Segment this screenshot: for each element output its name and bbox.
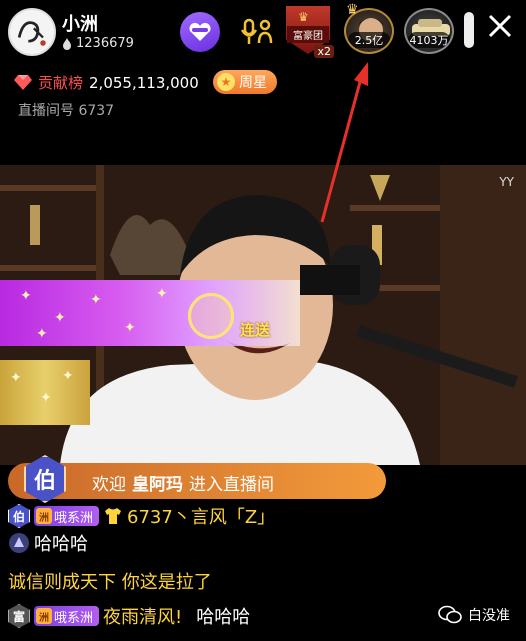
chat-username[interactable]: 6737丶言风「Z」 (127, 503, 275, 529)
fanclub-badge: 洲 哦系洲 (34, 606, 100, 626)
star-icon: ★ (217, 73, 235, 91)
crown-icon: ♛ (346, 2, 359, 18)
rich-badge: 富 (8, 604, 30, 628)
sparkle-icon: ✦ (36, 326, 48, 342)
level-badge-icon (9, 533, 29, 553)
room-id-value: 6737 (78, 103, 115, 119)
fans-count-value: 1236679 (76, 36, 134, 51)
tshirt-icon (105, 508, 122, 524)
gift-combo-bar-2: ✦ ✦ ✦ (0, 360, 90, 425)
mic-user-icon (240, 18, 273, 44)
noble-level-char: 伯 (33, 469, 56, 494)
top-contributor-avatar-3[interactable] (464, 12, 474, 48)
live-video[interactable]: YY ✦ ✦ ✦ ✦ ✦ ✦ ✦ ✦ ✦ 连送 (0, 165, 526, 465)
sparkle-icon: ✦ (124, 320, 136, 336)
rich-group-label: 富豪团 (287, 26, 329, 43)
diamond-icon (14, 75, 32, 90)
contributor-value-1: 2.5亿 (348, 32, 390, 48)
fanclub-icon: 洲 (36, 608, 52, 624)
flame-icon (63, 37, 71, 50)
rich-group-multiplier: x2 (314, 45, 334, 58)
top-contributor-avatar-2[interactable]: 4103万 (404, 8, 454, 54)
sparkle-icon: ✦ (90, 292, 102, 308)
welcome-text: 欢迎 皇阿玛 进入直播间 (92, 470, 274, 495)
sparkle-icon: ✦ (40, 390, 52, 406)
wechat-icon (438, 605, 462, 624)
noble-badge-char: 伯 (12, 509, 25, 524)
account-watermark: 白没准 (438, 605, 510, 625)
weekly-star-button[interactable]: ★ 周星 (213, 70, 277, 94)
sparkle-icon: ✦ (62, 368, 74, 384)
streamer-name[interactable]: 小洲 (62, 10, 98, 36)
fanclub-icon: 洲 (36, 508, 52, 524)
chat-text: 哈哈哈 (34, 534, 88, 555)
fanclub-name: 哦系洲 (54, 610, 94, 626)
chat-message: 伯 洲 哦系洲 6737丶言风「Z」 (8, 503, 275, 529)
contribution-value: 2,055,113,000 (89, 73, 199, 92)
rich-badge-char: 富 (12, 609, 25, 624)
fans-count: 1236679 (62, 36, 134, 51)
account-name: 白没准 (468, 608, 510, 624)
welcome-suffix: 进入直播间 (189, 475, 274, 495)
contribution-label: 贡献榜 (38, 74, 84, 92)
sparkle-icon: ✦ (10, 370, 22, 386)
combo-label: 连送 (240, 321, 271, 339)
chat-text: 哈哈哈 (196, 607, 251, 628)
fanclub-name: 哦系洲 (54, 510, 94, 526)
contribution-rank[interactable]: 贡献榜 2,055,113,000 (14, 72, 199, 93)
live-room-header: 小洲 1236679 ♛ 富豪团 x2 2.5亿 ♛ 4103万 贡献榜 2,0… (0, 0, 526, 160)
noble-level-badge: 伯 (24, 455, 66, 503)
noble-badge: 伯 (8, 504, 30, 528)
chat-username[interactable]: 夜雨清风! (103, 603, 182, 629)
crown-icon: ♛ (298, 10, 309, 24)
chat-message: 哈哈哈 (8, 530, 88, 556)
combo-ring-icon (188, 293, 234, 339)
contributor-value-2: 4103万 (408, 32, 450, 48)
link-mic-button[interactable] (238, 14, 274, 50)
welcome-banner: 伯 欢迎 皇阿玛 进入直播间 (8, 455, 386, 503)
fanclub-badge: 洲 哦系洲 (34, 506, 100, 526)
sparkle-icon: ✦ (20, 288, 32, 304)
rich-group-badge[interactable]: ♛ 富豪团 x2 (284, 6, 334, 58)
welcome-prefix: 欢迎 (92, 475, 126, 495)
room-id-label: 直播间号 (18, 103, 74, 119)
follow-button[interactable] (180, 12, 220, 52)
chat-text: 诚信则成天下 你这是拉了 (8, 572, 212, 593)
streamer-avatar[interactable] (8, 8, 56, 56)
chat-message: 诚信则成天下 你这是拉了 (8, 568, 212, 594)
weekly-star-label: 周星 (239, 75, 267, 91)
sparkle-icon: ✦ (156, 286, 168, 302)
close-icon[interactable] (484, 10, 516, 42)
heart-plus-icon (189, 22, 211, 41)
sparkle-icon: ✦ (54, 310, 66, 326)
chat-message: 富 洲 哦系洲 夜雨清风! 哈哈哈 (8, 603, 250, 629)
room-id: 直播间号 6737 (18, 100, 114, 120)
welcome-username[interactable]: 皇阿玛 (132, 475, 183, 495)
